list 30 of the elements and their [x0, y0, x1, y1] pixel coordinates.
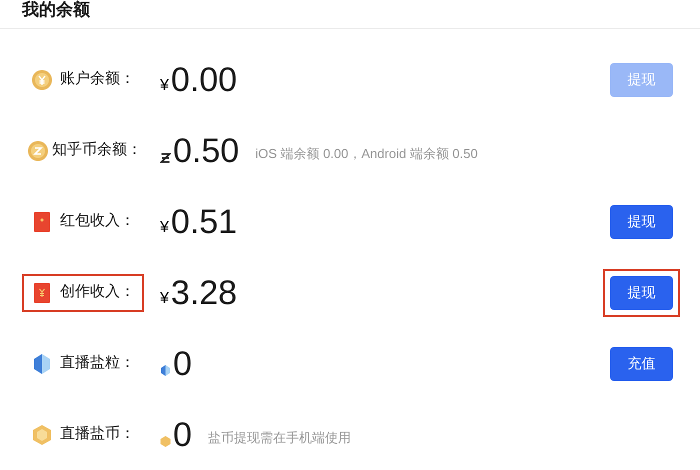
action-button[interactable]: 充值: [610, 346, 673, 380]
balance-amount: 0.00: [170, 62, 238, 96]
gem-currency-icon: [160, 364, 171, 376]
note-text: iOS 端余额 0.00，Android 端余额 0.50: [255, 144, 478, 163]
currency-symbol: ¥: [160, 290, 169, 306]
action-button[interactable]: 提现: [610, 276, 673, 310]
yen-envelope-icon: [34, 282, 50, 302]
balance-amount: 0.51: [170, 204, 238, 238]
yen-coin-icon: [32, 70, 52, 90]
balance-label: 知乎币余额：: [52, 140, 142, 160]
balance-amount: 0: [173, 418, 192, 452]
envelope-icon: [34, 212, 50, 232]
coin-currency-icon: [160, 434, 171, 448]
z-currency-icon: [160, 150, 171, 164]
z-coin-icon: [28, 140, 48, 160]
gem-icon: [32, 352, 52, 374]
currency-symbol: ¥: [160, 78, 169, 94]
note-text: 盐币提现需在手机端使用: [208, 428, 351, 447]
hexagon-coin-icon: [32, 424, 52, 446]
balance-amount: 3.28: [170, 276, 238, 310]
balance-label: 红包收入：: [60, 211, 135, 232]
balance-label: 账户余额：: [60, 69, 135, 90]
page-title: 我的余额: [22, 1, 90, 18]
currency-symbol: ¥: [160, 220, 169, 236]
action-button[interactable]: 提现: [610, 204, 673, 238]
balance-amount: 0.50: [173, 134, 240, 168]
balance-amount: 0: [173, 346, 192, 380]
balance-label: 创作收入：: [60, 282, 135, 302]
balance-label: 直播盐币：: [60, 424, 135, 444]
balance-label: 直播盐粒：: [60, 353, 135, 374]
